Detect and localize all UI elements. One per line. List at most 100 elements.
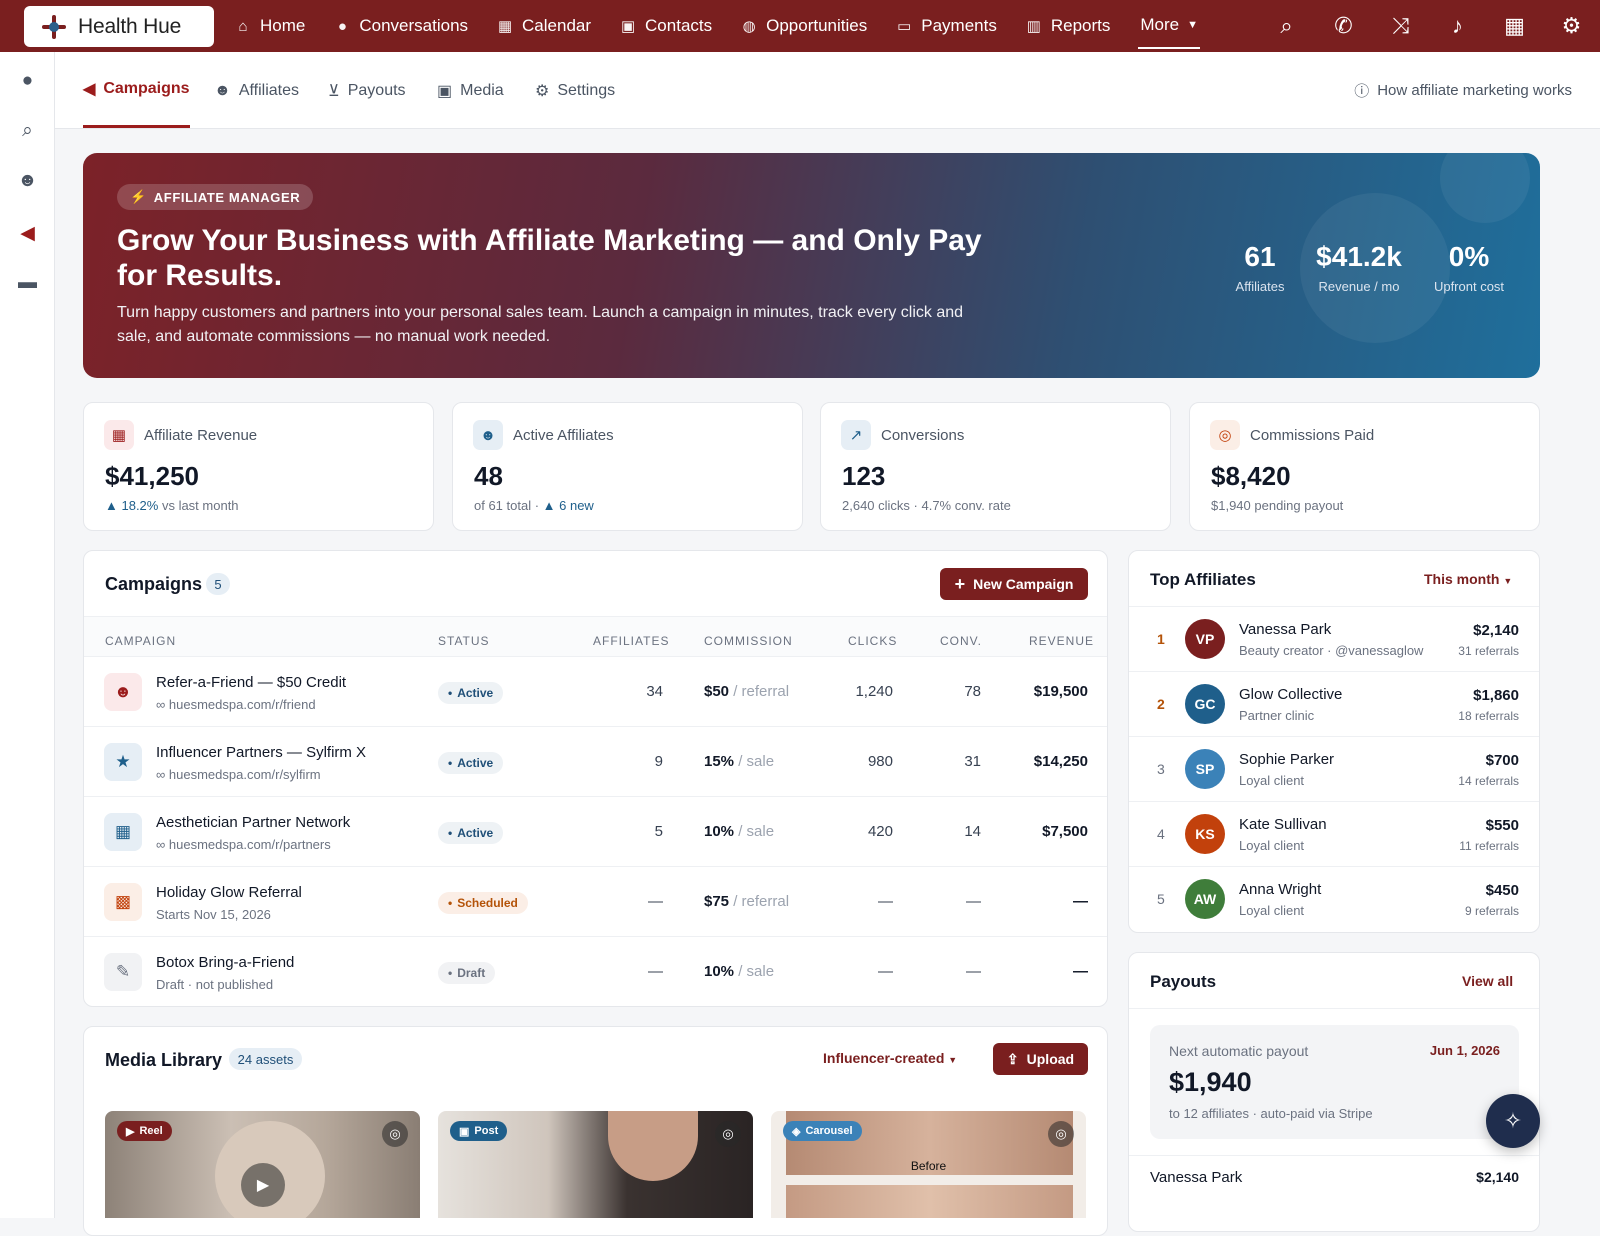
search-icon[interactable]: ⌕ xyxy=(0,120,55,142)
header-revenue: REVENUE xyxy=(1029,634,1095,648)
bell-icon[interactable]: ♪ xyxy=(1429,13,1486,39)
play-icon[interactable]: ▶ xyxy=(241,1163,285,1207)
list-item[interactable]: 3 SP Sophie Parker Loyal client $700 14 … xyxy=(1129,736,1539,801)
gear-icon[interactable]: ⚙ xyxy=(1543,13,1600,39)
header-campaign: CAMPAIGN xyxy=(105,634,177,648)
avatar: GC xyxy=(1185,684,1225,724)
hero-stat-upfront: 0% Upfront cost xyxy=(1433,241,1505,294)
main-nav: ⌂ Home ● Conversations ▦ Calendar ▣ Contacts… xyxy=(234,0,1228,52)
logo-mark-icon xyxy=(40,13,68,41)
kpi-commissions-paid: ◎ Commissions Paid $8,420 $1,940 pending… xyxy=(1189,402,1540,531)
list-item[interactable]: 1 VP Vanessa Park Beauty creator · @vane… xyxy=(1129,606,1539,671)
layers-icon: ◈ xyxy=(792,1125,801,1138)
header-affiliates: AFFILIATES xyxy=(593,634,670,648)
instagram-icon: ◎ xyxy=(1048,1121,1074,1147)
view-all-payouts-link[interactable]: View all xyxy=(1462,973,1513,989)
media-thumbnail-carousel[interactable]: Before ◈ Carousel ◎ xyxy=(771,1111,1086,1218)
avatar: VP xyxy=(1185,619,1225,659)
users-icon: ☻ xyxy=(214,81,231,99)
new-campaign-button[interactable]: + New Campaign xyxy=(940,568,1088,600)
media-thumbnail-reel[interactable]: ▶ ▶ Reel ◎ xyxy=(105,1111,420,1218)
table-row[interactable]: ▩ Holiday Glow Referral Starts Nov 15, 2… xyxy=(84,866,1107,936)
card-icon[interactable]: ▬ xyxy=(0,272,55,294)
chevron-down-icon: ▼ xyxy=(1187,19,1198,31)
magic-wand-fab[interactable]: ✧ xyxy=(1486,1094,1540,1148)
hero-description: Turn happy customers and partners into y… xyxy=(117,304,964,345)
header-conv: CONV. xyxy=(940,634,982,648)
tab-media[interactable]: ▣ Media xyxy=(437,52,504,129)
top-navigation-bar: Health Hue ⌂ Home ● Conversations ▦ Calenda… xyxy=(0,0,1600,52)
chat-icon[interactable]: ● xyxy=(0,70,55,92)
app-name: Health Hue xyxy=(78,14,182,38)
media-library-title: Media Library xyxy=(105,1050,223,1070)
avatar: KS xyxy=(1185,814,1225,854)
instagram-icon: ◎ xyxy=(715,1121,741,1147)
image-icon: ▣ xyxy=(459,1125,470,1138)
play-icon: ▶ xyxy=(126,1125,135,1138)
media-thumbnail-post[interactable]: ▣ Post ◎ xyxy=(438,1111,753,1218)
nav-opportunities[interactable]: ◍ Opportunities xyxy=(740,0,868,52)
divider xyxy=(1129,1008,1539,1009)
tab-settings[interactable]: ⚙ Settings xyxy=(535,52,615,129)
list-item[interactable]: 5 AW Anna Wright Loyal client $450 9 ref… xyxy=(1129,866,1539,931)
lightbulb-icon: ◍ xyxy=(742,18,756,35)
nav-reports[interactable]: ▥ Reports xyxy=(1025,0,1111,52)
store-icon: ▦ xyxy=(104,420,134,450)
tab-affiliates[interactable]: ☻ Affiliates xyxy=(214,52,299,129)
caret-down-icon: ▼ xyxy=(1503,576,1513,586)
avatar: AW xyxy=(1185,879,1225,919)
search-icon[interactable]: ⌕ xyxy=(1258,13,1315,39)
question-circle-icon: ⓘ xyxy=(1354,83,1370,100)
gear-icon: ⚙ xyxy=(535,82,550,100)
calendar-icon: ▦ xyxy=(497,18,513,35)
header-clicks: CLICKS xyxy=(848,634,898,648)
shuffle-icon[interactable]: ⤨ xyxy=(1372,13,1429,39)
magic-wand-icon: ✧ xyxy=(1503,1108,1523,1133)
after-image xyxy=(786,1185,1073,1218)
store-icon: ▦ xyxy=(104,813,142,851)
coins-icon: ◎ xyxy=(1210,420,1240,450)
users-icon: ☻ xyxy=(104,673,142,711)
app-logo[interactable]: Health Hue xyxy=(24,6,214,47)
list-item[interactable]: 2 GC Glow Collective Partner clinic $1,8… xyxy=(1129,671,1539,736)
user-icon[interactable]: ☻ xyxy=(0,170,55,192)
contacts-icon: ▣ xyxy=(620,18,636,35)
header-status: STATUS xyxy=(438,634,490,648)
nav-conversations[interactable]: ● Conversations xyxy=(333,0,468,52)
nav-contacts[interactable]: ▣ Contacts xyxy=(619,0,712,52)
upload-icon: ⇪ xyxy=(1006,1050,1019,1067)
list-item[interactable]: 4 KS Kate Sullivan Loyal client $550 11 … xyxy=(1129,801,1539,866)
media-filter[interactable]: Influencer-created ▼ xyxy=(823,1050,957,1066)
nav-calendar[interactable]: ▦ Calendar xyxy=(496,0,591,52)
top-affiliates-title: Top Affiliates xyxy=(1150,570,1256,589)
nav-home[interactable]: ⌂ Home xyxy=(234,0,305,52)
table-row[interactable]: ✎ Botox Bring-a-Friend Draft · not publi… xyxy=(84,936,1107,1006)
megaphone-icon[interactable]: ◀ xyxy=(0,222,55,245)
period-filter[interactable]: This month ▼ xyxy=(1424,571,1512,587)
status-badge: • Active xyxy=(438,682,504,704)
kpi-conversions: ↗ Conversions 123 2,640 clicks · 4.7% co… xyxy=(820,402,1171,531)
payouts-title: Payouts xyxy=(1150,972,1217,991)
campaigns-title: Campaigns xyxy=(105,574,203,594)
kpi-affiliate-revenue: ▦ Affiliate Revenue $41,250 ▲ 18.2% vs l… xyxy=(83,402,434,531)
table-row[interactable]: ▦ Aesthetician Partner Network ∞ huesmed… xyxy=(84,796,1107,866)
table-row[interactable]: ☻ Refer-a-Friend — $50 Credit ∞ huesmeds… xyxy=(84,656,1107,726)
left-sidebar: ● ⌕ ☻ ◀ ▬ xyxy=(0,52,55,1218)
hero-badge: ⚡ AFFILIATE MANAGER xyxy=(117,184,314,210)
next-payout-box: Next automatic payout Jun 1, 2026 $1,940… xyxy=(1150,1025,1519,1139)
face-shape xyxy=(608,1111,698,1181)
media-type-tag: ◈ Carousel xyxy=(783,1121,862,1141)
phone-icon[interactable]: ✆ xyxy=(1315,13,1372,39)
help-link[interactable]: ⓘ How affiliate marketing works xyxy=(1354,52,1572,129)
tab-payouts[interactable]: ⊻ Payouts xyxy=(328,52,406,129)
tab-campaigns[interactable]: ◀ Campaigns xyxy=(83,52,190,128)
table-row[interactable]: ★ Influencer Partners — Sylfirm X ∞ hues… xyxy=(84,726,1107,796)
top-affiliates-panel: Top Affiliates This month ▼ 1 VP Vanessa… xyxy=(1128,550,1540,933)
campaigns-panel: Campaigns 5 + New Campaign CAMPAIGN STATU… xyxy=(83,550,1108,1007)
nav-payments[interactable]: ▭ Payments xyxy=(895,0,997,52)
upload-button[interactable]: ⇪ Upload xyxy=(993,1043,1088,1075)
home-icon: ⌂ xyxy=(238,17,248,35)
link-icon: ∞ xyxy=(156,837,169,852)
calendar-icon[interactable]: ▦ xyxy=(1486,13,1543,39)
nav-more[interactable]: More ▼ xyxy=(1138,3,1200,49)
